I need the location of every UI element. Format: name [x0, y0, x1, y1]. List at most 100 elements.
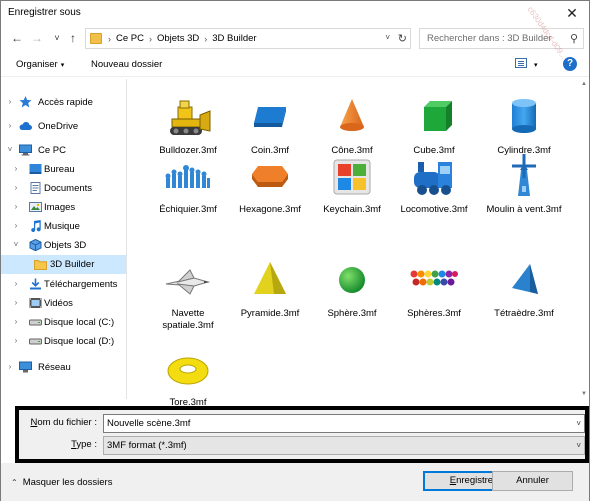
chevron-right-icon[interactable]: › — [11, 336, 21, 345]
chevron-right-icon[interactable]: › — [11, 279, 21, 288]
drive-icon — [29, 335, 42, 347]
file-item[interactable]: Keychain.3mf — [312, 152, 392, 248]
coin-icon — [246, 93, 294, 141]
back-arrow-icon[interactable]: ← — [9, 30, 25, 46]
sidebar-item-label: Images — [44, 202, 76, 213]
recent-locations-chevron-icon[interactable]: ˅ — [49, 30, 65, 46]
sidebar-item-label: Téléchargements — [44, 279, 118, 290]
folder-icon — [90, 33, 102, 44]
caret-up-icon: ⌃ — [11, 478, 18, 487]
sidebar-item-documents[interactable]: › Documents — [1, 179, 126, 198]
breadcrumb-3d-builder[interactable]: 3D Builder — [212, 33, 256, 44]
sphere-icon — [328, 256, 376, 304]
address-dropdown-icon[interactable]: ˅ — [385, 33, 390, 42]
forward-arrow-icon[interactable]: → — [29, 30, 45, 46]
save-as-dialog: Enregistrer sous ✕ ← → ˅ ↑ › Ce PC › Obj… — [0, 0, 590, 501]
organize-label: Organiser — [16, 59, 58, 70]
file-item[interactable]: Sphères.3mf — [394, 256, 474, 352]
filename-input[interactable]: Nouvelle scène.3mf ˅ — [103, 414, 585, 433]
chevron-right-icon[interactable]: › — [5, 362, 15, 371]
sidebar-item-label: OneDrive — [38, 121, 79, 132]
help-icon[interactable]: ? — [563, 57, 577, 71]
sidebar-item-t-l-chargements[interactable]: › Téléchargements — [1, 275, 126, 294]
file-item[interactable]: Tétraèdre.3mf — [484, 256, 564, 352]
file-item[interactable]: Locomotive.3mf — [394, 152, 474, 248]
sidebar-item-onedrive[interactable]: › OneDrive — [1, 117, 126, 136]
filename-value: Nouvelle scène.3mf — [107, 418, 191, 429]
spheres-icon — [410, 256, 458, 304]
filename-label: Nom du fichier : — [30, 417, 97, 428]
chevron-right-icon[interactable]: › — [11, 202, 21, 211]
sidebar-item-label: Documents — [44, 183, 93, 194]
address-bar[interactable]: › Ce PC › Objets 3D › 3D Builder ˅ ↻ — [85, 28, 411, 49]
chevron-down-icon[interactable]: ˅ — [5, 145, 15, 154]
up-arrow-icon[interactable]: ↑ — [65, 30, 81, 46]
view-options-icon[interactable] — [515, 58, 527, 68]
shuttle-icon — [164, 256, 212, 304]
close-icon[interactable]: ✕ — [563, 4, 581, 22]
file-item[interactable]: Pyramide.3mf — [230, 256, 310, 352]
network-icon — [19, 361, 32, 373]
sidebar-item-r-seau[interactable]: › Réseau — [1, 358, 126, 377]
chevron-right-icon[interactable]: › — [11, 317, 21, 326]
sidebar-item-disque-local-d[interactable]: › Disque local (D:) — [1, 332, 126, 351]
breadcrumb-separator: › — [108, 33, 111, 44]
sidebar-item-label: Réseau — [38, 362, 71, 373]
new-folder-button[interactable]: Nouveau dossier — [91, 59, 162, 70]
chevron-right-icon[interactable]: › — [11, 183, 21, 192]
vertical-scrollbar[interactable]: ▲ ▼ — [581, 79, 589, 399]
chevron-right-icon[interactable]: › — [11, 221, 21, 230]
sidebar-item-acc-s-rapide[interactable]: › Accès rapide — [1, 93, 126, 112]
sidebar-item-objets-3d[interactable]: ˅ Objets 3D — [1, 236, 126, 255]
file-type-value: 3MF format (*.3mf) — [107, 440, 187, 451]
chevron-right-icon[interactable]: › — [11, 298, 21, 307]
address-row: ← → ˅ ↑ › Ce PC › Objets 3D › 3D Builder… — [1, 27, 589, 51]
sidebar-item-label: Vidéos — [44, 298, 73, 309]
bulldozer-icon — [164, 93, 212, 141]
refresh-icon[interactable]: ↻ — [398, 32, 407, 45]
sidebar-item-musique[interactable]: › Musique — [1, 217, 126, 236]
filename-dropdown-icon[interactable]: ˅ — [576, 419, 581, 428]
pyramid-icon — [246, 256, 294, 304]
chevron-down-icon[interactable]: ˅ — [11, 240, 21, 249]
sidebar-item-images[interactable]: › Images — [1, 198, 126, 217]
view-caret-icon[interactable]: ▾ — [534, 61, 538, 69]
file-type-select[interactable]: 3MF format (*.3mf) ˅ — [103, 436, 585, 455]
scroll-up-icon[interactable]: ▲ — [581, 81, 587, 87]
chevron-right-icon[interactable]: › — [5, 121, 15, 130]
sidebar-item-disque-local-c[interactable]: › Disque local (C:) — [1, 313, 126, 332]
chevron-right-icon[interactable]: › — [11, 164, 21, 173]
scroll-down-icon[interactable]: ▼ — [581, 391, 587, 397]
file-item[interactable]: Navette spatiale.3mf — [148, 256, 228, 352]
file-type-dropdown-icon[interactable]: ˅ — [576, 441, 581, 450]
hide-folders-toggle[interactable]: ⌃ Masquer les dossiers — [11, 477, 112, 488]
cancel-button[interactable]: Annuler — [492, 471, 573, 491]
file-name: Pyramide.3mf — [240, 308, 300, 319]
sidebar-item-label: Objets 3D — [44, 240, 87, 251]
organize-menu[interactable]: Organiser ▾ — [16, 59, 64, 70]
breadcrumb-objets-3d[interactable]: Objets 3D — [157, 33, 199, 44]
file-item[interactable]: Moulin à vent.3mf — [484, 152, 564, 248]
dialog-footer: ⌃ Masquer les dossiers Enregistrer Annule… — [1, 463, 589, 501]
sidebar-item-label: Disque local (D:) — [44, 336, 115, 347]
cylinder-icon — [500, 93, 548, 141]
tetrahedron-icon — [500, 256, 548, 304]
file-name: Sphères.3mf — [407, 308, 461, 319]
images-icon — [29, 201, 42, 213]
sidebar-item-bureau[interactable]: › Bureau — [1, 160, 126, 179]
caret-down-icon: ▾ — [60, 62, 65, 69]
sidebar-item-3d-builder[interactable]: 3D Builder — [1, 255, 126, 274]
breadcrumb-ce-pc[interactable]: Ce PC — [116, 33, 144, 44]
file-name: Navette spatiale.3mf — [162, 308, 214, 331]
chevron-right-icon[interactable]: › — [5, 97, 15, 106]
file-item[interactable]: Sphère.3mf — [312, 256, 392, 352]
sidebar-item-vid-os[interactable]: › Vidéos — [1, 294, 126, 313]
keychain-icon — [328, 152, 376, 200]
sidebar-item-ce-pc[interactable]: ˅ Ce PC — [1, 141, 126, 160]
window-title: Enregistrer sous — [8, 7, 81, 18]
file-name: Tétraèdre.3mf — [494, 308, 554, 319]
documents-icon — [29, 182, 42, 194]
file-item[interactable]: Hexagone.3mf — [230, 152, 310, 248]
file-item[interactable]: Échiquier.3mf — [148, 152, 228, 248]
file-name: Moulin à vent.3mf — [486, 204, 562, 215]
